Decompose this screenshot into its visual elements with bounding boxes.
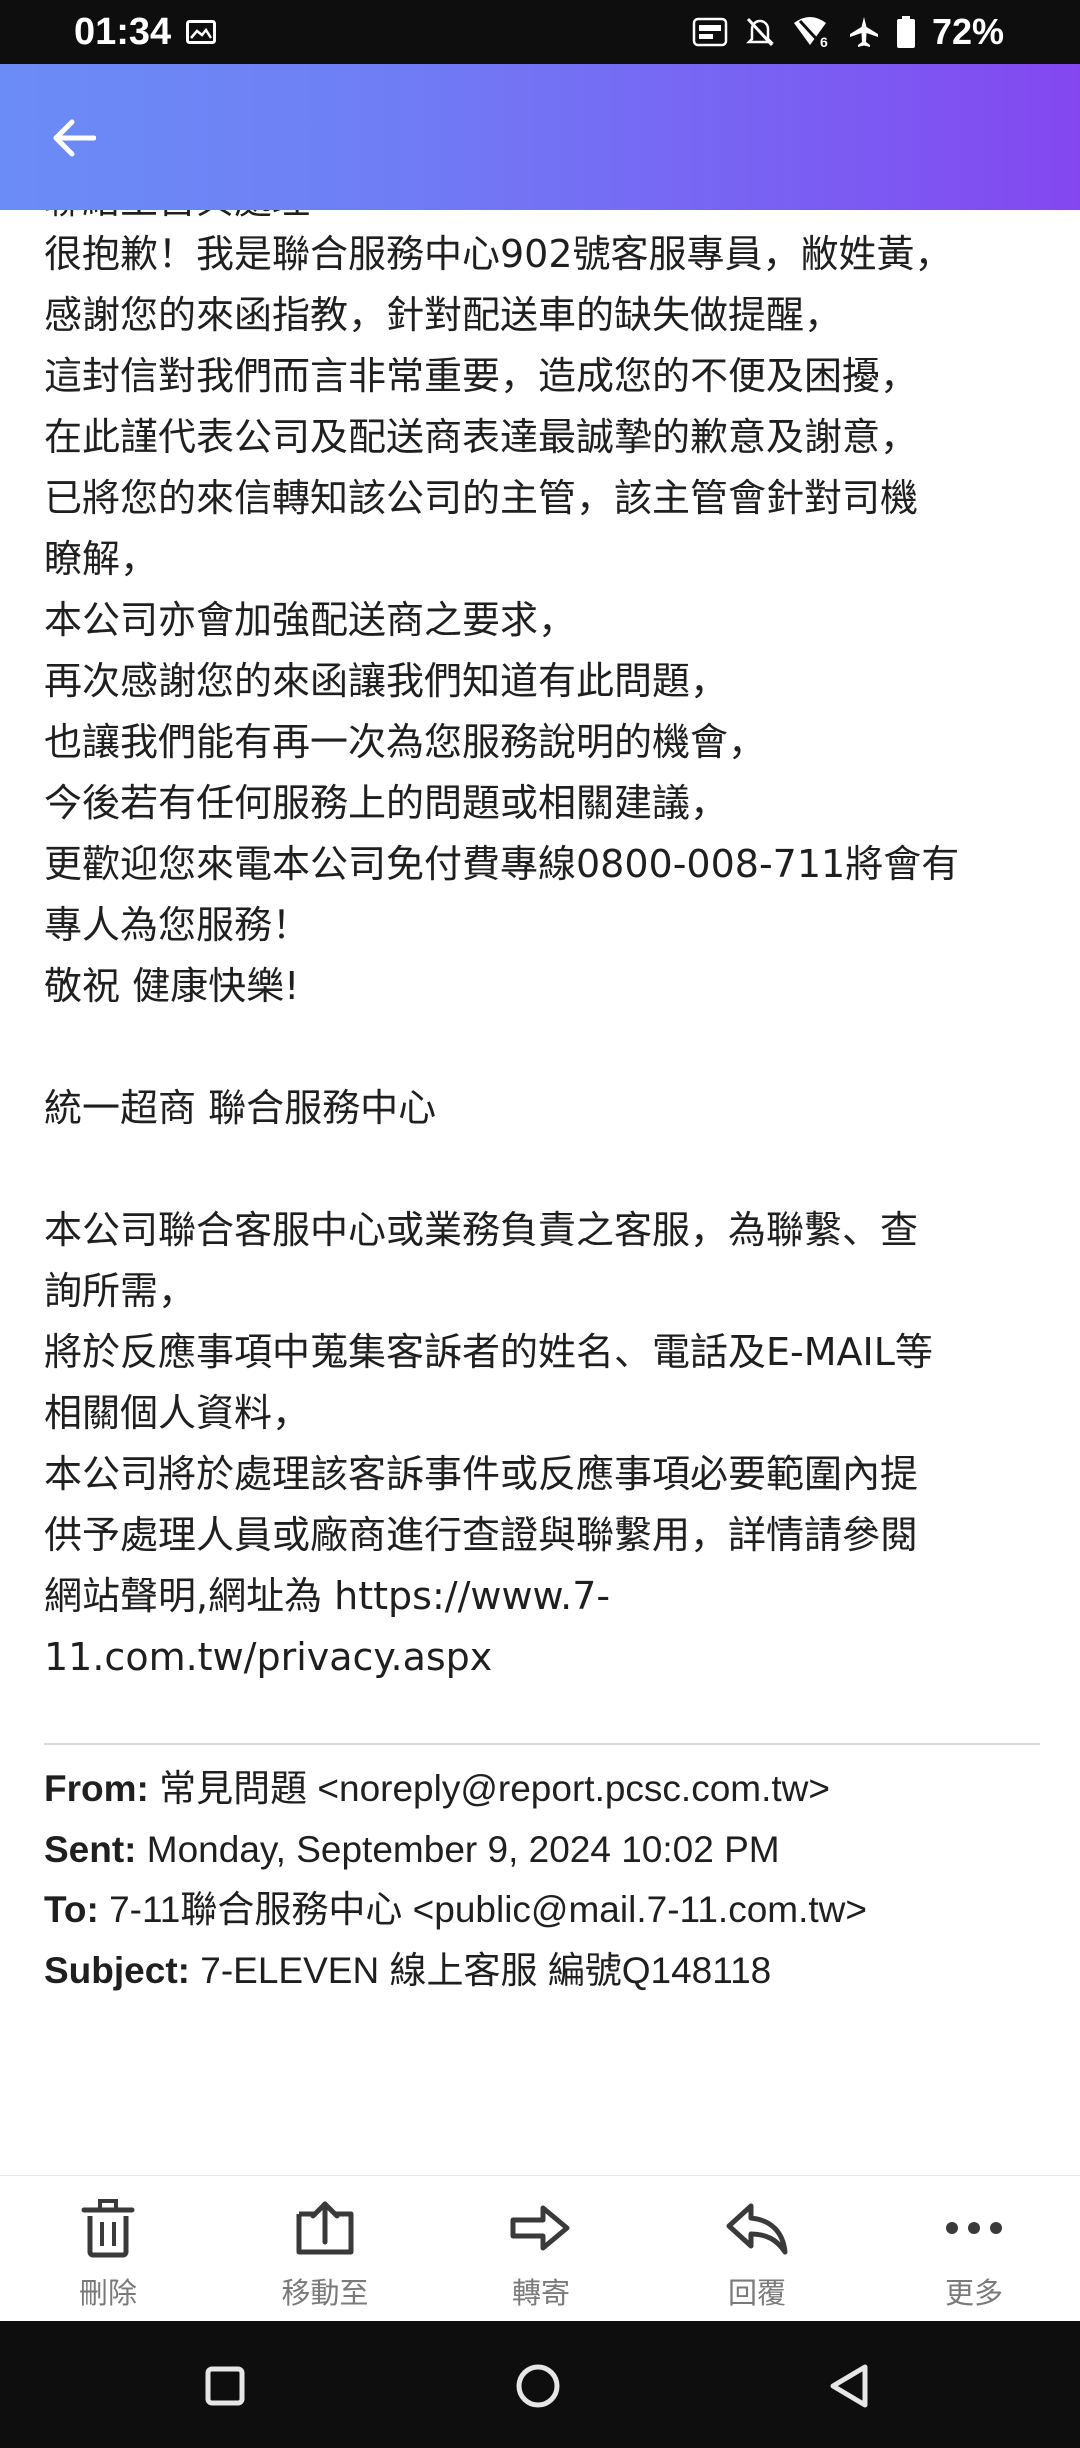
wifi-6-icon: 6 — [793, 17, 828, 49]
email-body: 聯絡主旨與處理 很抱歉！我是聯合服務中心902號客服專員，敝姓黃， 感謝您的來函… — [44, 210, 1044, 2170]
subject-value: 7-ELEVEN 線上客服 編號Q148118 — [200, 1950, 772, 1991]
body-line: 供予處理人員或廠商進行查證與聯繫用，詳情請參閱 — [44, 1513, 919, 1557]
to-label: To: — [44, 1889, 99, 1930]
more-dots-icon — [946, 2222, 1002, 2234]
from-row: From: 常見問題 <noreply@report.pcsc.com.tw> — [44, 1764, 830, 1814]
body-line: 本公司聯合客服中心或業務負責之客服，為聯繫、查 — [44, 1208, 919, 1252]
auto-hz-icon — [692, 17, 728, 47]
signature-line: 統一超商 聯合服務中心 — [44, 1086, 437, 1130]
silent-icon — [745, 17, 774, 47]
forward-button[interactable]: 轉寄 — [461, 2196, 621, 2316]
body-line: 敬祝 健康快樂! — [44, 964, 300, 1008]
sent-value: Monday, September 9, 2024 10:02 PM — [146, 1829, 780, 1870]
to-value: 7-11聯合服務中心 <public@mail.7-11.com.tw> — [109, 1889, 867, 1930]
reply-label: 回覆 — [727, 2276, 786, 2310]
battery-percent: 72% — [931, 11, 1004, 52]
from-value: 常見問題 <noreply@report.pcsc.com.tw> — [159, 1768, 830, 1809]
reply-button[interactable]: 回覆 — [677, 2196, 837, 2316]
system-nav-bar — [0, 2321, 1080, 2448]
trash-icon — [81, 2199, 135, 2258]
subject-row: Subject: 7-ELEVEN 線上客服 編號Q148118 — [44, 1946, 771, 1996]
body-line: 更歡迎您來電本公司免付費專線0800-008-711將會有 — [44, 842, 960, 886]
body-line: 詢所需， — [44, 1269, 197, 1313]
privacy-link-line[interactable]: 網站聲明,網址為 https://www.7- — [44, 1570, 610, 1622]
more-button[interactable]: 更多 — [894, 2196, 1054, 2316]
airplane-icon — [849, 17, 878, 47]
divider — [44, 1743, 1040, 1745]
reply-arrow-icon — [726, 2203, 788, 2255]
subject-label: Subject: — [44, 1950, 190, 1991]
image-icon — [186, 20, 216, 44]
move-button[interactable]: 移動至 — [245, 2196, 405, 2316]
body-line: 在此謹代表公司及配送商表達最誠摯的歉意及謝意， — [44, 415, 919, 459]
status-time: 01:34 — [74, 11, 172, 53]
body-line: 感謝您的來函指教，針對配送車的缺失做提醒， — [44, 293, 843, 337]
to-row: To: 7-11聯合服務中心 <public@mail.7-11.com.tw> — [44, 1885, 867, 1935]
delete-button[interactable]: 刪除 — [28, 2196, 188, 2316]
from-label: From: — [44, 1768, 149, 1809]
arrow-left-icon — [53, 119, 96, 157]
body-line: 相關個人資料， — [44, 1391, 311, 1435]
home-icon[interactable] — [503, 2351, 573, 2421]
back-button[interactable] — [38, 108, 110, 168]
cut-off-line: 聯絡主旨與處理 — [44, 210, 310, 226]
move-to-folder-icon — [296, 2201, 354, 2255]
bottom-toolbar: 刪除 移動至 轉寄 回覆 更多 — [0, 2175, 1080, 2322]
app-header — [0, 64, 1080, 210]
recents-icon[interactable] — [190, 2351, 260, 2421]
sent-row: Sent: Monday, September 9, 2024 10:02 PM — [44, 1825, 780, 1875]
body-line: 也讓我們能有再一次為您服務說明的機會， — [44, 720, 767, 764]
body-line: 瞭解， — [44, 537, 159, 581]
body-line: 這封信對我們而言非常重要，造成您的不便及困擾， — [44, 354, 919, 398]
body-line: 專人為您服務！ — [44, 903, 311, 947]
body-line: 將於反應事項中蒐集客訴者的姓名、電話及E-MAIL等 — [44, 1330, 933, 1374]
back-nav-icon[interactable] — [815, 2351, 885, 2421]
body-line: 本公司亦會加強配送商之要求， — [44, 598, 577, 642]
body-line: 再次感謝您的來函讓我們知道有此問題， — [44, 659, 729, 703]
forward-arrow-icon — [510, 2205, 570, 2251]
forward-label: 轉寄 — [511, 2276, 570, 2310]
sent-label: Sent: — [44, 1829, 137, 1870]
body-line: 已將您的來信轉知該公司的主管，該主管會針對司機 — [44, 476, 919, 520]
more-label: 更多 — [944, 2276, 1003, 2310]
body-line: 本公司將於處理該客訴事件或反應事項必要範圍內提 — [44, 1452, 919, 1496]
privacy-link-line[interactable]: 11.com.tw/privacy.aspx — [44, 1631, 492, 1683]
body-line: 今後若有任何服務上的問題或相關建議， — [44, 781, 729, 825]
move-label: 移動至 — [281, 2276, 369, 2310]
delete-label: 刪除 — [78, 2276, 137, 2310]
body-line: 很抱歉！我是聯合服務中心902號客服專員，敝姓黃， — [44, 232, 953, 276]
svg-text:6: 6 — [820, 34, 828, 49]
status-bar: 01:34 6 72% — [0, 0, 1080, 64]
status-icons: 6 72% — [692, 10, 1004, 54]
battery-icon — [896, 16, 915, 48]
